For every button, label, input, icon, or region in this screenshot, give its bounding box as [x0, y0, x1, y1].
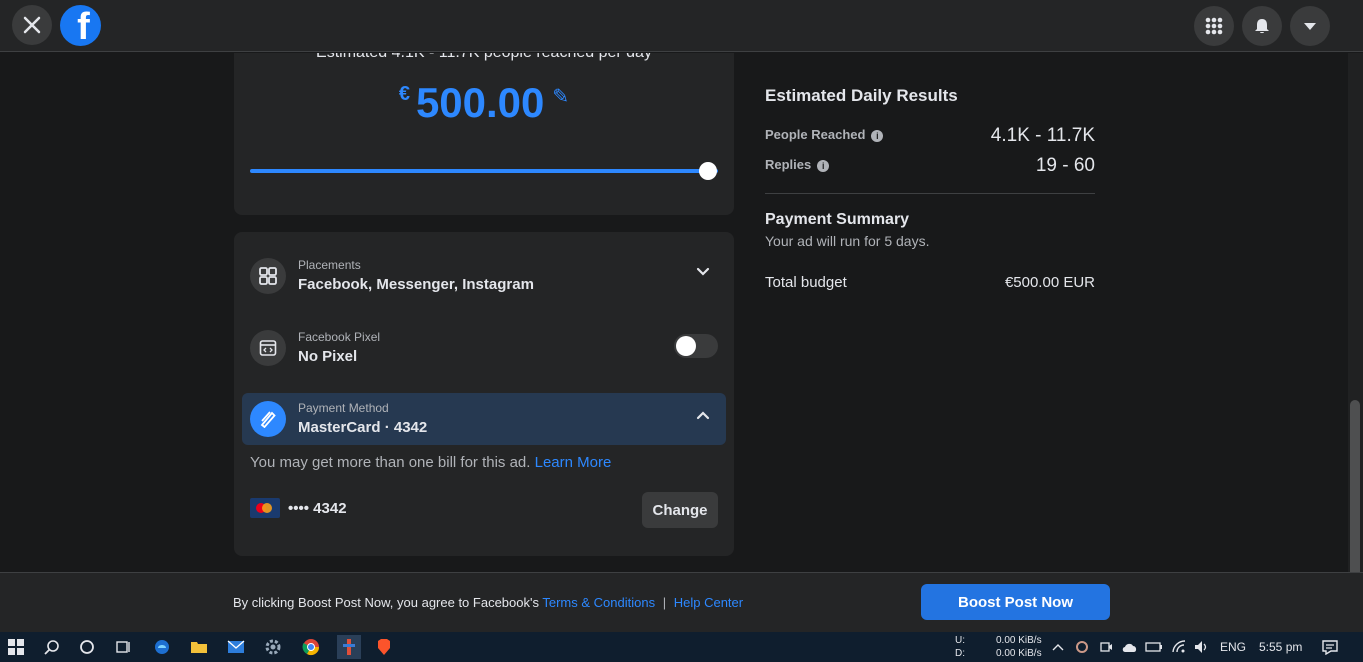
wifi-icon[interactable] [1169, 637, 1189, 657]
chevron-down-icon[interactable] [696, 264, 710, 280]
info-icon[interactable]: i [817, 160, 830, 172]
brave-browser-icon[interactable] [374, 637, 394, 657]
close-icon[interactable] [12, 5, 52, 45]
file-explorer-icon[interactable] [189, 637, 209, 657]
agree-text: By clicking Boost Post Now, you agree to… [233, 595, 539, 610]
placements-label: Placements [298, 258, 361, 272]
download-label: D: [955, 648, 965, 659]
volume-icon[interactable] [1191, 637, 1211, 657]
separator: | [662, 595, 667, 610]
network-speeds: 0.00 KiB/s 0.00 KiB/s [996, 634, 1042, 660]
meet-now-icon[interactable] [1096, 637, 1116, 657]
mastercard-icon [250, 498, 280, 518]
language-indicator[interactable]: ENG [1220, 640, 1246, 654]
logo-letter: f [77, 6, 90, 46]
billing-note-text: You may get more than one bill for this … [250, 454, 531, 471]
budget-slider-handle[interactable] [699, 162, 717, 180]
total-budget-label: Total budget [765, 274, 847, 291]
bell-icon[interactable] [1242, 6, 1282, 46]
placements-icon [250, 258, 286, 294]
total-budget-value: €500.00 EUR [1004, 274, 1095, 291]
replies-value: 19 - 60 [1035, 155, 1095, 176]
toggle-knob [676, 336, 696, 356]
pixel-row: Facebook Pixel No Pixel [250, 326, 718, 370]
payment-summary-title: Payment Summary [765, 211, 910, 228]
reach-estimate: Estimated 4.1K - 11.7K people reached pe… [234, 53, 734, 62]
people-reached-label-text: People Reached [765, 127, 866, 142]
pencil-icon[interactable]: ✎ [552, 86, 569, 108]
help-center-link[interactable]: Help Center [674, 595, 743, 610]
task-view-icon[interactable] [113, 637, 133, 657]
people-reached-label: People Reached i [765, 127, 884, 142]
clock[interactable]: 5:55 pm [1259, 640, 1302, 654]
budget-slider-track[interactable] [250, 169, 718, 173]
chevron-up-icon[interactable] [696, 407, 710, 423]
card-edit-icon [250, 401, 286, 437]
terms-notice: By clicking Boost Post Now, you agree to… [233, 595, 743, 610]
network-labels: U: D: [955, 634, 965, 660]
pixel-label: Facebook Pixel [298, 330, 381, 344]
mail-icon[interactable] [226, 637, 246, 657]
grid-menu-icon[interactable] [1194, 6, 1234, 46]
people-reached-value: 4.1K - 11.7K [990, 125, 1095, 146]
budget-value[interactable]: 500.00 [416, 79, 544, 126]
active-app-icon[interactable] [337, 635, 361, 659]
settings-card: Placements Facebook, Messenger, Instagra… [234, 232, 734, 556]
chevron-up-tray-icon[interactable] [1048, 637, 1068, 657]
replies-label-text: Replies [765, 157, 812, 172]
terms-link[interactable]: Terms & Conditions [542, 595, 655, 610]
learn-more-link[interactable]: Learn More [535, 454, 612, 471]
download-speed: 0.00 KiB/s [996, 648, 1042, 659]
pixel-toggle[interactable] [674, 334, 718, 358]
budget-amount: €500.00 ✎ [234, 79, 734, 127]
boost-post-button[interactable]: Boost Post Now [921, 584, 1110, 620]
pixel-value: No Pixel [298, 348, 358, 365]
footer-bar: By clicking Boost Post Now, you agree to… [0, 572, 1363, 632]
edge-browser-icon[interactable] [152, 637, 172, 657]
billing-note: You may get more than one bill for this … [250, 454, 611, 471]
upload-speed: 0.00 KiB/s [996, 635, 1042, 646]
change-card-button[interactable]: Change [642, 492, 718, 528]
payment-method-row[interactable]: Payment Method MasterCard · 4342 [250, 397, 718, 441]
info-icon[interactable]: i [871, 130, 884, 142]
chrome-icon[interactable] [301, 637, 321, 657]
onedrive-cloud-icon[interactable] [1120, 637, 1140, 657]
facebook-logo-icon[interactable]: f [60, 5, 101, 46]
payment-summary-subtitle: Your ad will run for 5 days. [765, 233, 930, 249]
currency-symbol: € [398, 83, 410, 105]
replies-label: Replies i [765, 157, 830, 172]
placements-row[interactable]: Placements Facebook, Messenger, Instagra… [250, 254, 718, 298]
payment-method-value: MasterCard · 4342 [298, 419, 428, 436]
results-title: Estimated Daily Results [765, 86, 958, 105]
battery-icon[interactable] [1144, 637, 1164, 657]
main-area: Estimated 4.1K - 11.7K people reached pe… [0, 53, 1363, 572]
card-number: •••• 4342 [288, 500, 347, 517]
code-icon [250, 330, 286, 366]
search-icon[interactable] [42, 637, 62, 657]
windows-start-icon[interactable] [6, 637, 26, 657]
settings-gear-icon[interactable] [263, 637, 283, 657]
payment-method-label: Payment Method [298, 401, 389, 415]
budget-card: Estimated 4.1K - 11.7K people reached pe… [234, 53, 734, 215]
divider [765, 193, 1095, 194]
caret-down-icon[interactable] [1290, 6, 1330, 46]
cortana-icon[interactable] [77, 637, 97, 657]
notifications-icon[interactable] [1320, 637, 1340, 657]
upload-label: U: [955, 635, 965, 646]
windows-taskbar: U: D: 0.00 KiB/s 0.00 KiB/s ENG 5:55 pm [0, 632, 1363, 662]
tray-app-icon[interactable] [1072, 637, 1092, 657]
placements-value: Facebook, Messenger, Instagram [298, 276, 534, 293]
top-bar: f [0, 0, 1363, 52]
saved-card: •••• 4342 [250, 498, 550, 522]
